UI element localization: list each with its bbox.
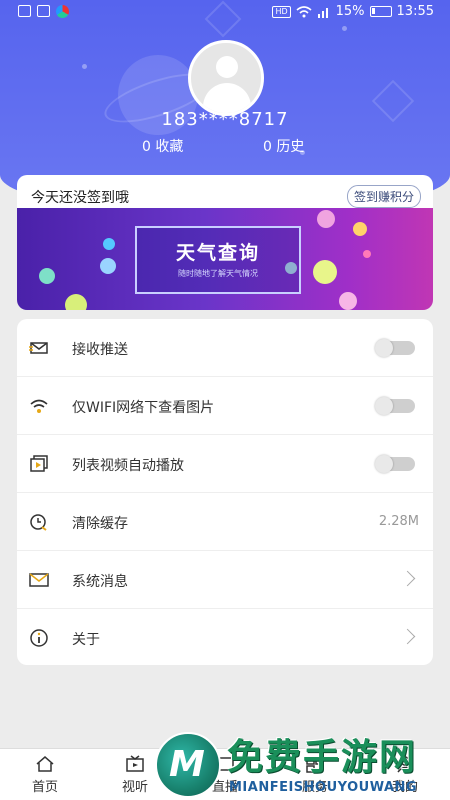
avatar-head bbox=[216, 56, 238, 78]
cell-signal-icon bbox=[317, 7, 328, 18]
setting-label: 系统消息 bbox=[72, 574, 128, 590]
setting-label: 关于 bbox=[72, 632, 100, 648]
wifi-images-toggle[interactable] bbox=[375, 397, 415, 415]
app-icon bbox=[56, 5, 69, 18]
sign-in-button[interactable]: 签到赚积分 bbox=[346, 185, 421, 208]
bubble-decoration bbox=[363, 250, 371, 258]
weather-query-box: 天气查询 随时随地了解天气情况 bbox=[135, 226, 301, 294]
history-count[interactable]: 0 历史 bbox=[263, 136, 304, 156]
mail-notification-icon bbox=[29, 342, 48, 354]
battery-percent: 15% bbox=[335, 4, 365, 19]
settings-list: 接收推送 仅WIFI网络下查看图片 列表视频自动播放 清除缓存 2.28M 系统… bbox=[17, 319, 433, 665]
video-play-icon bbox=[30, 455, 48, 472]
setting-system-messages[interactable]: 系统消息 bbox=[17, 551, 433, 609]
bubble-decoration bbox=[339, 292, 357, 310]
watermark-subtitle: MIANFEISHOUYOUWANG bbox=[229, 780, 418, 795]
hd-badge: HD bbox=[272, 5, 291, 18]
clock-clear-icon bbox=[30, 514, 47, 531]
status-bar: HD 15% 13:55 bbox=[0, 0, 450, 24]
weather-banner[interactable]: 天气查询 随时随地了解天气情况 bbox=[17, 208, 433, 310]
envelope-icon bbox=[29, 573, 49, 587]
tab-home[interactable]: 首页 bbox=[5, 749, 85, 800]
chevron-right-icon bbox=[399, 628, 416, 645]
setting-label: 仅WIFI网络下查看图片 bbox=[72, 400, 215, 416]
wifi-signal-icon bbox=[296, 5, 312, 17]
setting-label: 接收推送 bbox=[72, 342, 128, 358]
home-icon bbox=[36, 756, 54, 772]
sign-in-prompt: 今天还没签到哦 bbox=[31, 190, 129, 206]
setting-wifi-images[interactable]: 仅WIFI网络下查看图片 bbox=[17, 377, 433, 435]
star-decoration bbox=[342, 26, 347, 31]
setting-push[interactable]: 接收推送 bbox=[17, 319, 433, 377]
phone-number: 183****8717 bbox=[161, 109, 289, 130]
autoplay-toggle[interactable] bbox=[375, 455, 415, 473]
bubble-decoration bbox=[353, 222, 367, 236]
clock: 13:55 bbox=[396, 4, 434, 19]
watermark-logo: M bbox=[155, 732, 221, 798]
site-watermark: M 免费手游网 MIANFEISHOUYOUWANG bbox=[155, 728, 450, 800]
info-icon bbox=[30, 629, 48, 647]
avatar[interactable] bbox=[188, 40, 264, 116]
banner-subtitle: 随时随地了解天气情况 bbox=[178, 269, 258, 278]
push-toggle[interactable] bbox=[375, 339, 415, 357]
bubble-decoration bbox=[317, 210, 335, 228]
setting-label: 列表视频自动播放 bbox=[72, 458, 184, 474]
bubble-decoration bbox=[103, 238, 115, 250]
banner-title: 天气查询 bbox=[175, 242, 260, 264]
setting-clear-cache[interactable]: 清除缓存 2.28M bbox=[17, 493, 433, 551]
checkbox-icon bbox=[37, 5, 50, 17]
star-decoration bbox=[82, 64, 87, 69]
setting-autoplay[interactable]: 列表视频自动播放 bbox=[17, 435, 433, 493]
setting-label: 清除缓存 bbox=[72, 516, 128, 532]
watermark-title: 免费手游网 bbox=[227, 737, 418, 778]
setting-about[interactable]: 关于 bbox=[17, 609, 433, 667]
chevron-right-icon bbox=[399, 570, 416, 587]
bubble-decoration bbox=[313, 260, 337, 284]
tv-icon bbox=[126, 755, 144, 772]
wifi-icon bbox=[30, 399, 48, 413]
favorites-count[interactable]: 0 收藏 bbox=[142, 136, 183, 156]
watermark-logo-letter: M bbox=[169, 744, 205, 785]
bubble-decoration bbox=[100, 258, 116, 274]
cache-size: 2.28M bbox=[378, 514, 419, 529]
bubble-decoration bbox=[65, 294, 87, 310]
bubble-decoration bbox=[39, 268, 55, 284]
tab-label: 首页 bbox=[31, 780, 58, 795]
battery-icon bbox=[369, 6, 392, 17]
sign-in-card: 今天还没签到哦 签到赚积分 天气查询 随时随地了解天气情况 bbox=[17, 175, 433, 310]
gallery-icon bbox=[18, 5, 31, 17]
